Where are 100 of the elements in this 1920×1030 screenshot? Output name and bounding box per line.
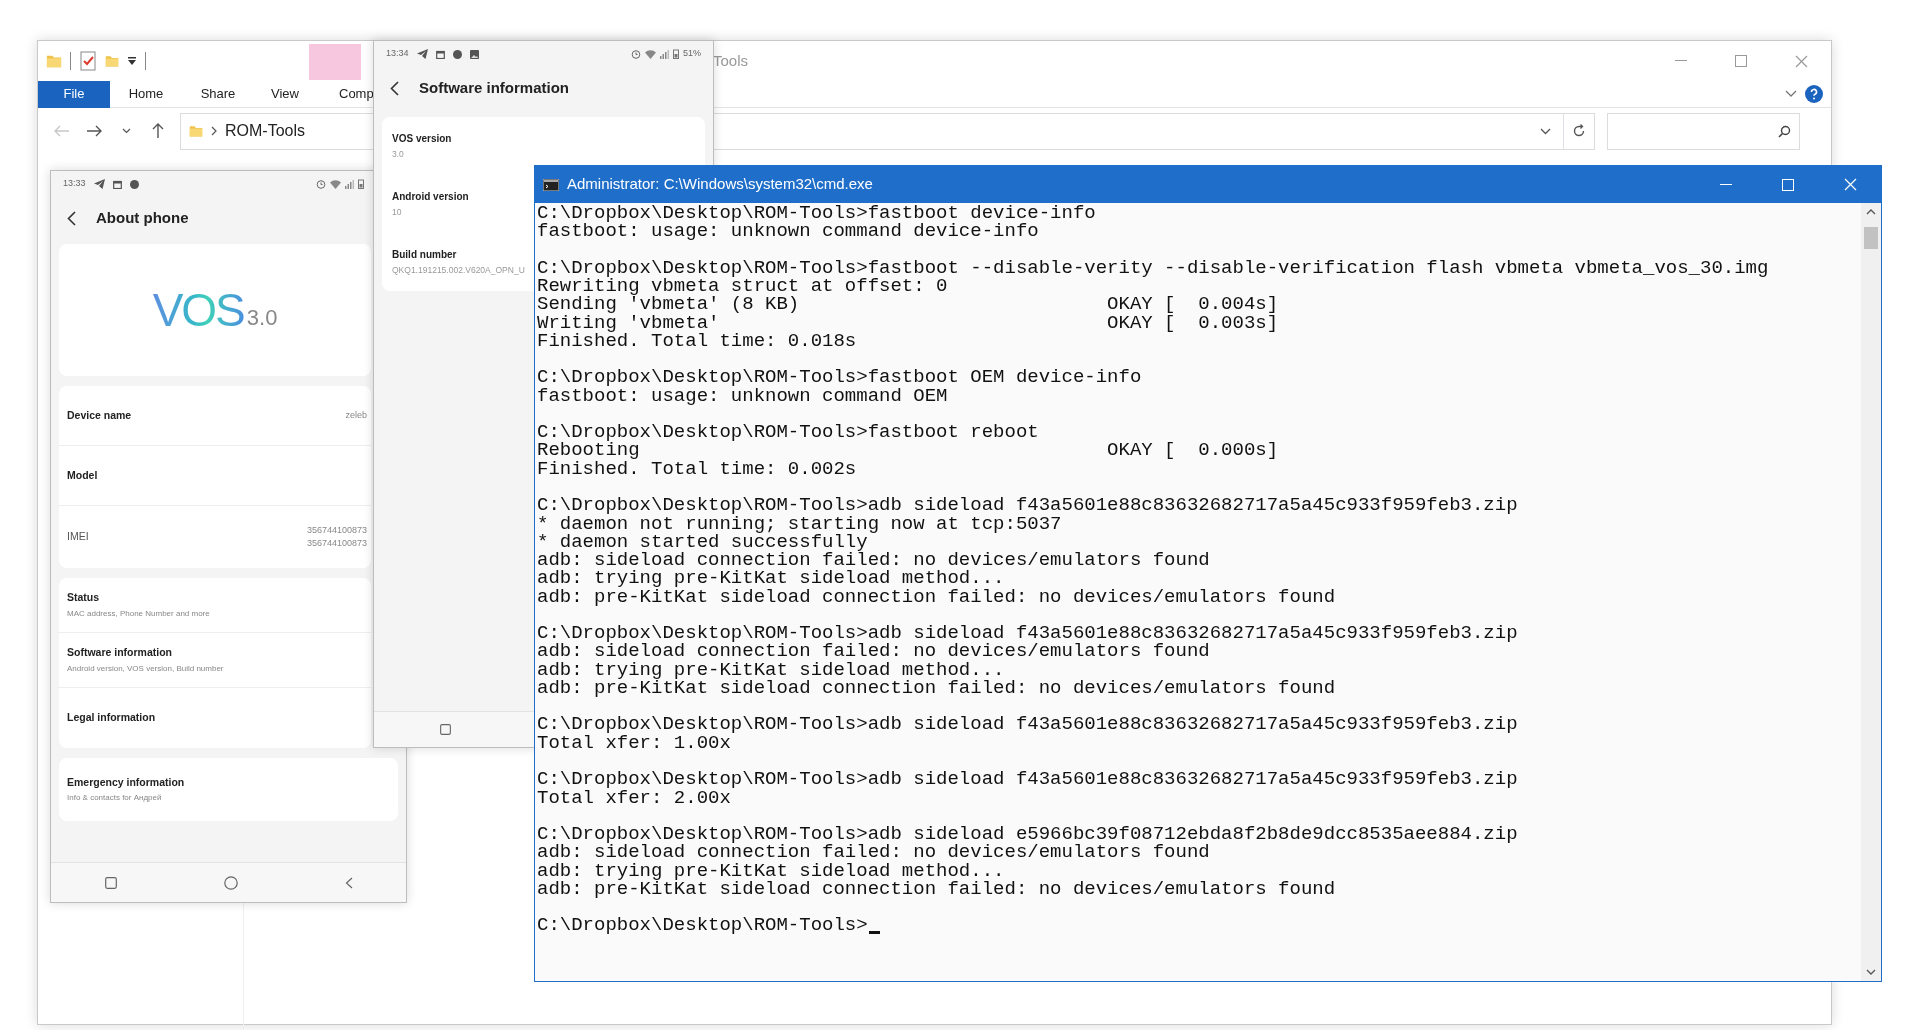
- search-icon: [1778, 124, 1791, 138]
- console-line: Total xfer: 1.00x: [537, 733, 731, 752]
- window-title: Tools: [713, 50, 749, 71]
- minimize-icon: [1720, 183, 1732, 186]
- console-icon: [543, 178, 559, 191]
- console-line: fastboot: usage: unknown command device-info: [537, 222, 1039, 241]
- signal-icon: [345, 179, 354, 189]
- chevron-down-icon[interactable]: [1785, 90, 1797, 98]
- console-line: C:\Dropbox\Desktop\ROM-Tools>adb sideload e5966bc39f08712ebda8f2b8de9dcc8535aee884.zip: [537, 825, 1518, 844]
- scrollbar-thumb[interactable]: [1864, 227, 1878, 249]
- back-chevron-icon[interactable]: [67, 210, 76, 226]
- console-line: C:\Dropbox\Desktop\ROM-Tools>adb sideload f43a5601e88c83632682717a5a45c933f959feb3.zip: [537, 715, 1518, 734]
- close-icon: [1794, 54, 1808, 68]
- console-line: C:\Dropbox\Desktop\ROM-Tools>fastboot reboot: [537, 423, 1039, 442]
- console-line: Sending 'vbmeta' (8 KB) OKAY [ 0.004s]: [537, 295, 1279, 314]
- info-label: Build number: [392, 248, 458, 263]
- chevron-down-icon: [121, 128, 131, 134]
- scroll-down-icon[interactable]: [1866, 969, 1876, 975]
- info-label: VOS version: [392, 132, 453, 147]
- console-line: C:\Dropbox\Desktop\ROM-Tools>fastboot --disable-verity --disable-verification flash vbmeta vbmeta_vos_30.img: [537, 258, 1769, 278]
- help-icon[interactable]: [1805, 85, 1823, 103]
- console-line: fastboot: usage: unknown command OEM: [537, 386, 948, 405]
- context-tab-highlight: [309, 44, 361, 80]
- console-line: adb: trying pre-KitKat sideload method...: [537, 569, 1005, 588]
- battery-icon: [673, 49, 679, 59]
- alarm-icon: [631, 49, 641, 59]
- scrollbar[interactable]: [1861, 203, 1881, 981]
- ribbon-tab[interactable]: Comp: [316, 80, 374, 108]
- dot-icon: [452, 49, 462, 59]
- ribbon-tab[interactable]: View: [254, 80, 316, 108]
- ribbon-tab[interactable]: File: [38, 80, 110, 108]
- up-arrow-icon: [152, 123, 164, 139]
- console-line: * daemon not running; starting now at tcp:5037: [537, 514, 1062, 533]
- forward-arrow-icon: [86, 125, 102, 137]
- chevron-down-icon[interactable]: [1540, 127, 1551, 135]
- console-line: C:\Dropbox\Desktop\ROM-Tools>adb sideload f43a5601e88c83632682717a5a45c933f959feb3.zip: [537, 496, 1518, 515]
- window-title: Administrator: C:\Windows\system32\cmd.exe: [567, 174, 873, 195]
- chevron-right-icon: [211, 126, 217, 136]
- back-chevron-icon[interactable]: [390, 80, 399, 96]
- settings-row[interactable]: Legal information: [59, 688, 371, 748]
- status-time: 13:34: [386, 47, 409, 61]
- console-line: Writing 'vbmeta' OKAY [ 0.003s]: [537, 313, 1279, 332]
- settings-row[interactable]: Model: [59, 446, 371, 506]
- paper-plane-icon: [416, 49, 428, 59]
- console-line: adb: sideload connection failed: no devices/emulators found: [537, 551, 1210, 570]
- search-field[interactable]: [1607, 112, 1800, 150]
- console-line: Finished. Total time: 0.018s: [537, 331, 857, 351]
- settings-row[interactable]: IMEI 356744100873 356744100873: [59, 506, 371, 568]
- setting-value: 356744100873: [306, 524, 367, 537]
- minimize-icon: [1675, 60, 1687, 62]
- battery-percentage: 51%: [683, 47, 701, 61]
- setting-label: Software information: [67, 645, 173, 661]
- settings-row[interactable]: Emergency information Info & contacts for Андрей: [59, 758, 398, 821]
- ribbon-tab[interactable]: Share: [182, 80, 254, 108]
- screen-title: Software information: [419, 77, 569, 98]
- console-line: adb: trying pre-KitKat sideload method...: [537, 660, 1005, 679]
- status-time: 13:33: [63, 177, 86, 191]
- setting-label: Status: [67, 590, 101, 606]
- setting-description: Info & contacts for Андрей: [67, 792, 163, 805]
- settings-row[interactable]: Device name zeleb: [59, 386, 371, 446]
- caret-icon[interactable]: [127, 56, 137, 66]
- console-line: C:\Dropbox\Desktop\ROM-Tools>fastboot OEM device-info: [537, 368, 1142, 387]
- setting-description: Android version, VOS version, Build number: [67, 662, 224, 675]
- console-line: Rebooting OKAY [ 0.000s]: [537, 441, 1279, 460]
- setting-label: Emergency information: [67, 774, 185, 790]
- scroll-up-icon[interactable]: [1866, 209, 1876, 215]
- logo-version: 3.0: [246, 303, 278, 332]
- console-line: * daemon started successfully: [537, 532, 868, 552]
- settings-row[interactable]: Software information Android version, VOS version, Build number: [59, 633, 371, 688]
- console-line: C:\Dropbox\Desktop\ROM-Tools>adb sideload f43a5601e88c83632682717a5a45c933f959feb3.zip: [537, 770, 1518, 789]
- dot-icon: [129, 179, 139, 189]
- console-prompt: C:\Dropbox\Desktop\ROM-Tools>: [537, 916, 868, 935]
- console-line: Rewriting vbmeta struct at offset: 0: [537, 277, 948, 296]
- square-icon[interactable]: [104, 876, 117, 889]
- settings-row[interactable]: Status MAC address, Phone Number and more: [59, 578, 371, 633]
- signal-icon: [660, 49, 669, 59]
- setting-value: zeleb: [345, 409, 367, 422]
- calendar-icon: [435, 49, 445, 59]
- paper-plane-icon: [93, 179, 105, 189]
- refresh-icon: [1572, 124, 1586, 138]
- console-line: adb: sideload connection failed: no devices/emulators found: [537, 642, 1210, 661]
- close-icon: [1843, 178, 1857, 191]
- checklist-icon[interactable]: [79, 51, 97, 71]
- circle-icon[interactable]: [223, 875, 238, 890]
- wifi-icon: [645, 49, 656, 59]
- text-cursor: [868, 930, 880, 934]
- console-line: adb: pre-KitKat sideload connection failed: no devices/emulators found: [537, 879, 1336, 899]
- square-icon[interactable]: [440, 724, 451, 735]
- setting-value: 356744100873: [306, 537, 367, 550]
- calendar-icon: [112, 179, 122, 189]
- back-chevron-icon[interactable]: [344, 876, 353, 889]
- alarm-icon: [316, 179, 326, 189]
- path-text: ROM-Tools: [225, 121, 305, 141]
- console-line: adb: sideload connection failed: no devices/emulators found: [537, 843, 1210, 862]
- console-line: adb: pre-KitKat sideload connection failed: no devices/emulators found: [537, 587, 1336, 606]
- console-line: Total xfer: 2.00x: [537, 788, 731, 807]
- setting-label: Model: [67, 467, 98, 483]
- setting-label: Device name: [67, 407, 132, 423]
- ribbon-tab[interactable]: Home: [110, 80, 182, 108]
- info-value: 3.0: [392, 148, 405, 161]
